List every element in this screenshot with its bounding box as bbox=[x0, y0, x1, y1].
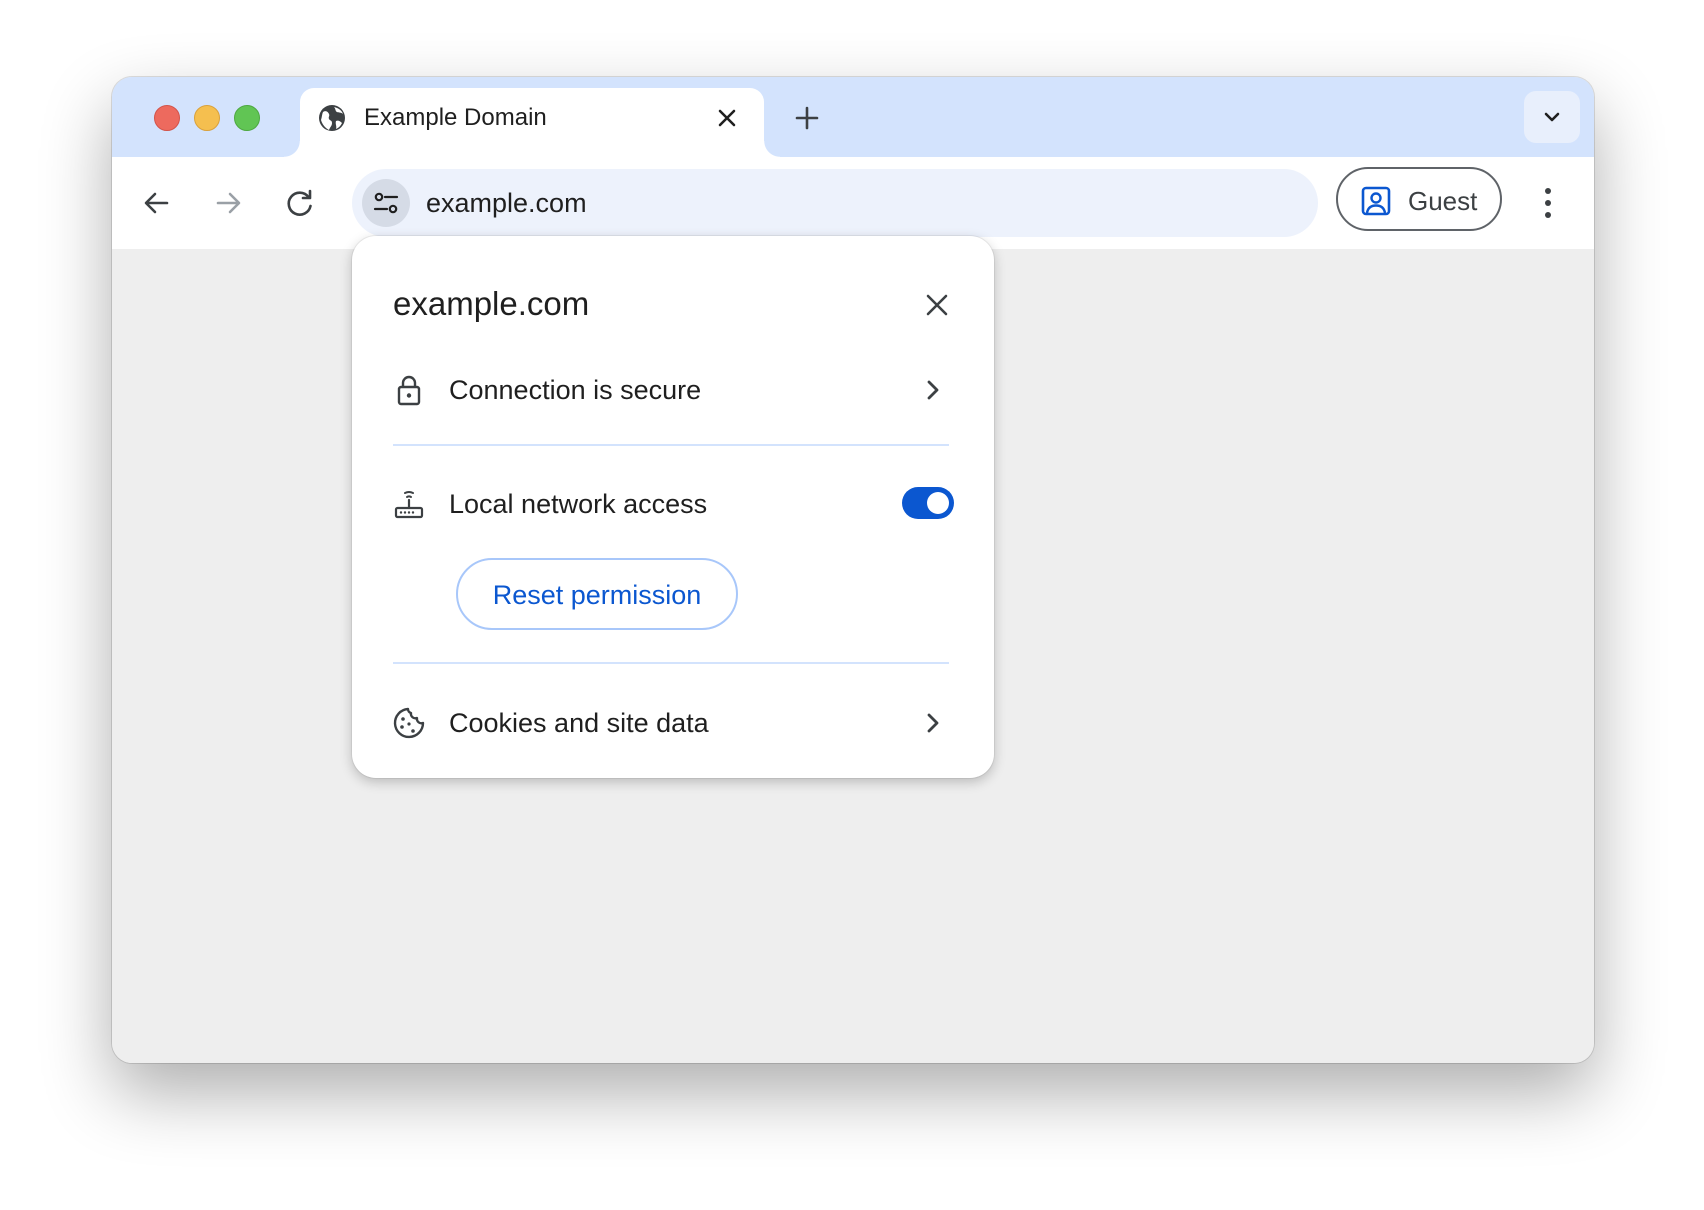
reset-permission-button[interactable]: Reset permission bbox=[456, 558, 738, 630]
divider bbox=[393, 662, 949, 664]
globe-icon bbox=[319, 105, 345, 131]
tab-title: Example Domain bbox=[364, 104, 547, 131]
window-maximize-button[interactable] bbox=[234, 105, 260, 131]
local-network-access-row: Local network access bbox=[352, 475, 994, 531]
more-vert-icon[interactable] bbox=[1536, 181, 1560, 225]
profile-label: Guest bbox=[1408, 186, 1478, 216]
connection-security-row[interactable]: Connection is secure bbox=[352, 361, 994, 417]
tab-close-icon[interactable] bbox=[714, 105, 740, 131]
new-tab-icon[interactable] bbox=[792, 103, 822, 133]
window-minimize-button[interactable] bbox=[194, 105, 220, 131]
chevron-right-icon bbox=[927, 380, 939, 400]
reload-icon[interactable] bbox=[280, 183, 320, 223]
tab-example-domain[interactable]: Example Domain bbox=[284, 88, 780, 157]
forward-arrow-icon[interactable] bbox=[208, 183, 248, 223]
cookies-site-data-row[interactable]: Cookies and site data bbox=[352, 694, 994, 750]
chevron-right-icon bbox=[927, 713, 939, 733]
local-network-access-label: Local network access bbox=[449, 489, 708, 519]
site-info-button[interactable] bbox=[362, 179, 410, 227]
url-text[interactable]: example.com bbox=[426, 188, 587, 218]
back-arrow-icon[interactable] bbox=[137, 183, 177, 223]
connection-security-label: Connection is secure bbox=[449, 375, 702, 405]
page-info-bubble: example.com Connection is secure Local n… bbox=[352, 236, 994, 778]
tune-icon bbox=[373, 192, 399, 214]
profile-icon bbox=[1361, 186, 1391, 216]
profile-button[interactable]: Guest bbox=[1336, 167, 1502, 231]
cookie-icon bbox=[393, 707, 425, 739]
cookies-site-data-label: Cookies and site data bbox=[449, 708, 709, 738]
lock-icon bbox=[397, 375, 421, 406]
divider bbox=[393, 444, 949, 446]
router-icon bbox=[394, 491, 424, 519]
tab-strip: Example Domain bbox=[112, 77, 1594, 157]
close-icon[interactable] bbox=[920, 288, 954, 322]
local-network-toggle[interactable] bbox=[902, 487, 954, 519]
bubble-title: example.com bbox=[393, 285, 590, 322]
address-bar[interactable]: example.com bbox=[352, 169, 1318, 237]
window-close-button[interactable] bbox=[154, 105, 180, 131]
chevron-down-icon bbox=[1544, 112, 1560, 122]
toggle-knob bbox=[927, 492, 949, 514]
tab-search-button[interactable] bbox=[1524, 91, 1580, 143]
